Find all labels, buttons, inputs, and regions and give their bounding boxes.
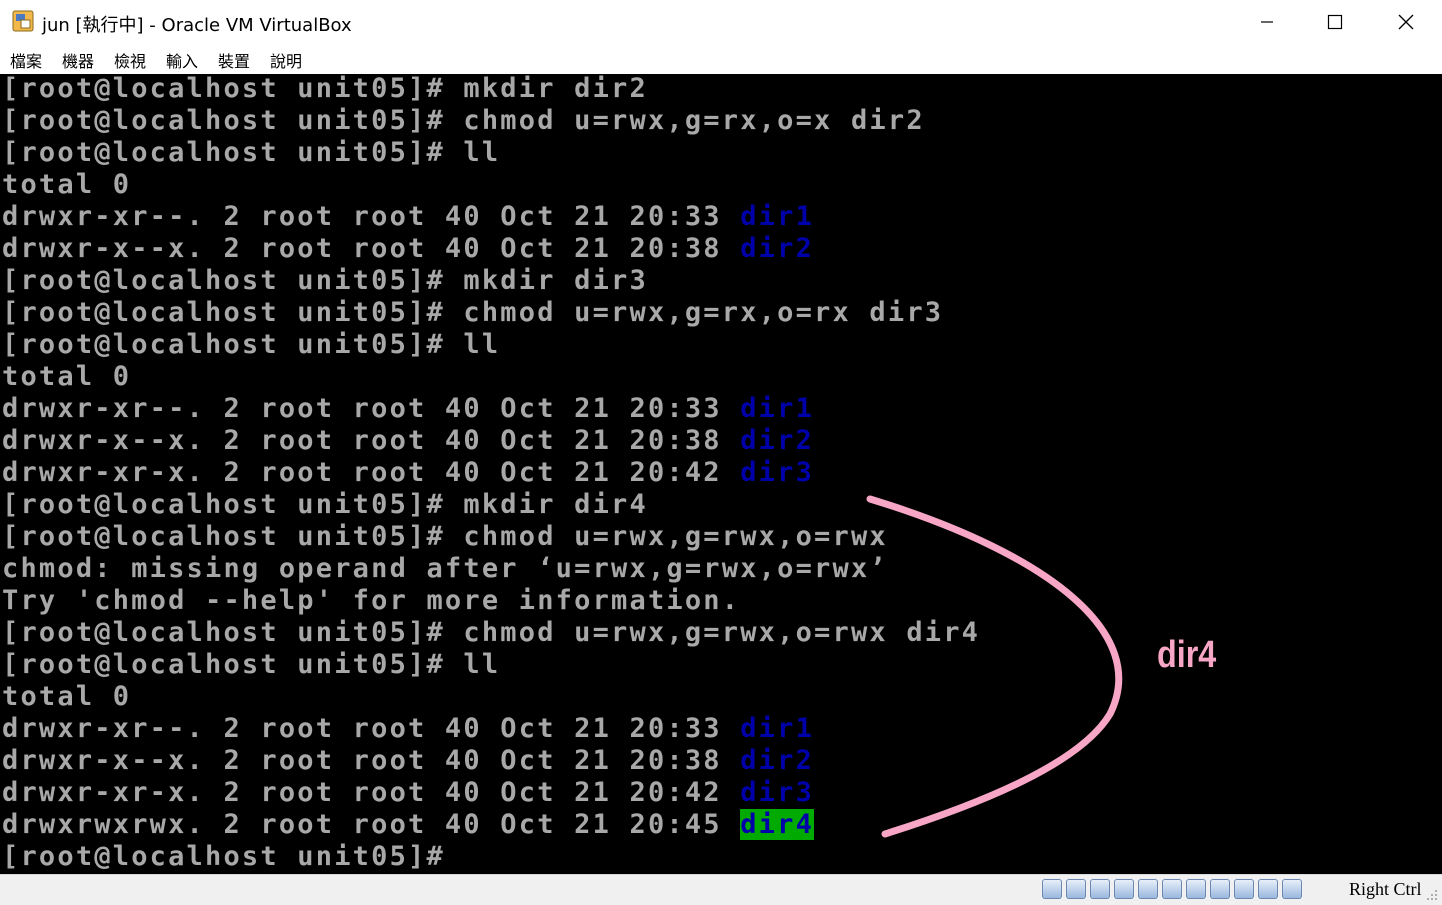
optical-drive-icon[interactable] xyxy=(1066,879,1086,899)
hard-disk-icon[interactable] xyxy=(1042,879,1062,899)
display-icon[interactable] xyxy=(1186,879,1206,899)
vm-console[interactable]: [root@localhost unit05]# mkdir dir2 [root… xyxy=(0,74,1442,874)
status-bar: Right Ctrl xyxy=(0,874,1442,905)
close-icon xyxy=(1398,14,1414,30)
minimize-button[interactable] xyxy=(1232,0,1302,44)
usb-icon[interactable] xyxy=(1138,879,1158,899)
shared-folders-icon[interactable] xyxy=(1162,879,1182,899)
keyboard-capture-icon[interactable] xyxy=(1282,879,1302,899)
resize-grip-icon[interactable] xyxy=(1426,889,1438,901)
virtualbox-app-icon xyxy=(12,10,34,32)
window-title: jun [執行中] - Oracle VM VirtualBox xyxy=(42,15,352,36)
recording-icon[interactable] xyxy=(1210,879,1230,899)
menu-view[interactable]: 檢視 xyxy=(114,48,146,72)
close-button[interactable] xyxy=(1371,0,1441,44)
cpu-virtualization-icon[interactable] xyxy=(1234,879,1254,899)
maximize-button[interactable] xyxy=(1300,0,1370,44)
mouse-integration-icon[interactable] xyxy=(1258,879,1278,899)
menu-bar: 檔案 機器 檢視 輸入 裝置 說明 xyxy=(0,44,1442,74)
annotation-arc xyxy=(866,495,1123,838)
menu-devices[interactable]: 裝置 xyxy=(218,48,250,72)
menu-help[interactable]: 說明 xyxy=(270,48,302,72)
minimize-icon xyxy=(1261,21,1273,23)
menu-file[interactable]: 檔案 xyxy=(10,48,42,72)
host-key-label: Right Ctrl xyxy=(1349,879,1422,899)
title-bar: jun [執行中] - Oracle VM VirtualBox xyxy=(0,0,1442,44)
menu-input[interactable]: 輸入 xyxy=(166,48,198,72)
maximize-icon xyxy=(1327,14,1343,30)
annotation-label: dir4 xyxy=(1157,634,1217,676)
menu-machine[interactable]: 機器 xyxy=(62,48,94,72)
network-icon[interactable] xyxy=(1114,879,1134,899)
audio-icon[interactable] xyxy=(1090,879,1110,899)
